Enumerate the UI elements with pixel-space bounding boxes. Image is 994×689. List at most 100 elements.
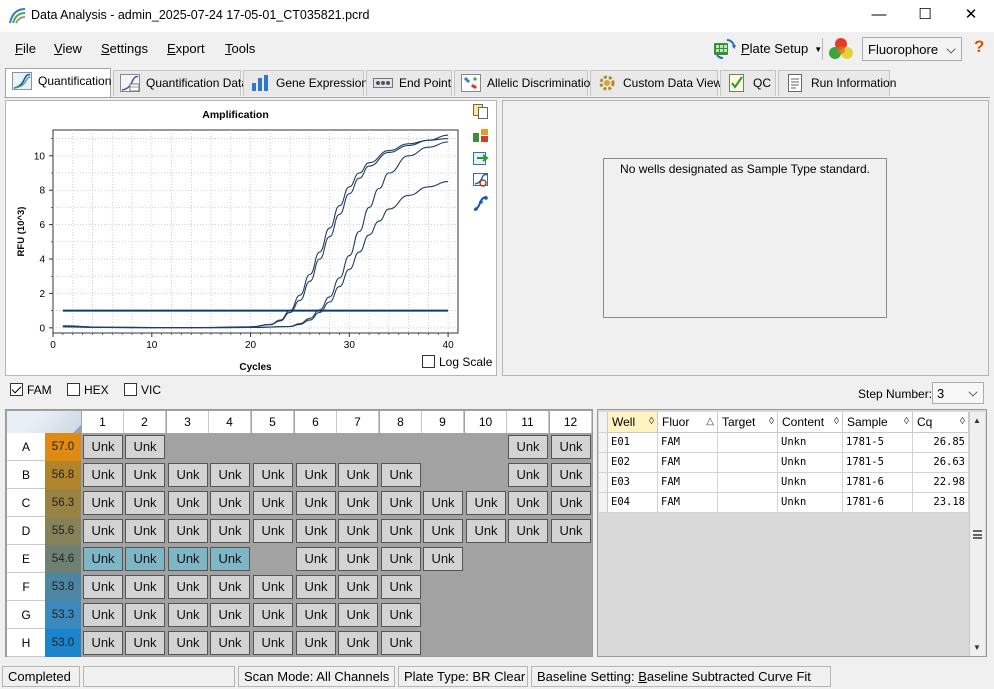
column-header[interactable]: 4 <box>209 411 251 433</box>
plate-well[interactable]: Unk <box>381 463 421 487</box>
plate-well[interactable]: Unk <box>551 519 591 543</box>
table-cell[interactable] <box>718 433 778 453</box>
amplification-chart[interactable]: 0 10 20 30 40 0 2 4 6 8 10 Amplification Cycles RFU (… <box>6 101 468 375</box>
plate-well[interactable]: Unk <box>253 491 293 515</box>
plate-well[interactable]: Unk <box>210 603 250 627</box>
row-header[interactable]: H <box>7 629 45 657</box>
vertical-scrollbar[interactable]: ▲ ▼ <box>969 412 985 656</box>
plate-well[interactable]: Unk <box>508 463 548 487</box>
plate-corner[interactable] <box>7 411 81 433</box>
plate-well[interactable]: Unk <box>83 435 123 459</box>
plate-well[interactable]: Unk <box>83 603 123 627</box>
export-chart-icon[interactable] <box>472 149 489 166</box>
plate-well[interactable]: Unk <box>210 463 250 487</box>
menu-tools[interactable]: Tools <box>225 41 255 56</box>
log-scale-checkbox[interactable]: Log Scale <box>422 355 492 369</box>
table-cell[interactable]: Unkn <box>778 473 843 493</box>
table-cell[interactable]: FAM <box>658 473 718 493</box>
plate-well[interactable]: Unk <box>210 575 250 599</box>
plate-well[interactable]: Unk <box>508 435 548 459</box>
close-button[interactable]: ✕ <box>948 0 994 32</box>
menu-file[interactable]: File <box>15 41 36 56</box>
tab-quantification-data[interactable]: Quantification Data <box>113 70 248 96</box>
table-cell[interactable]: E02 <box>608 453 658 473</box>
plate-well[interactable]: Unk <box>125 519 165 543</box>
plate-well[interactable]: Unk <box>253 519 293 543</box>
plate-colors-icon[interactable] <box>472 126 489 143</box>
plate-well[interactable]: Unk <box>253 603 293 627</box>
table-cell[interactable]: 26.85 <box>913 433 969 453</box>
minimize-button[interactable]: — <box>856 0 902 32</box>
table-cell[interactable]: E04 <box>608 493 658 513</box>
table-cell[interactable]: 26.63 <box>913 453 969 473</box>
plate-well[interactable]: Unk <box>381 631 421 655</box>
plate-well[interactable]: Unk <box>83 547 123 571</box>
row-header[interactable]: E <box>7 545 45 573</box>
plate-well[interactable]: Unk <box>296 603 336 627</box>
table-cell[interactable]: FAM <box>658 493 718 513</box>
plate-well[interactable]: Unk <box>296 547 336 571</box>
table-cell[interactable]: FAM <box>658 433 718 453</box>
plate-well[interactable]: Unk <box>83 491 123 515</box>
plate-well[interactable]: Unk <box>338 547 378 571</box>
sort-icon[interactable]: ◊ <box>649 412 654 432</box>
plate-well[interactable]: Unk <box>423 491 463 515</box>
plate-setup-button[interactable]: Plate Setup ▼ <box>713 37 822 61</box>
plate-well[interactable]: Unk <box>296 463 336 487</box>
column-header[interactable]: 8 <box>380 411 422 433</box>
sort-icon[interactable]: ◊ <box>960 412 965 432</box>
table-cell[interactable]: 1781-5 <box>843 433 913 453</box>
help-icon[interactable]: ? <box>974 37 984 57</box>
column-header[interactable]: 11 <box>507 411 549 433</box>
plate-well[interactable]: Unk <box>168 491 208 515</box>
plate-well[interactable]: Unk <box>210 491 250 515</box>
plate-well[interactable]: Unk <box>466 491 506 515</box>
plate-well[interactable]: Unk <box>381 519 421 543</box>
plate-well[interactable]: Unk <box>125 491 165 515</box>
column-header[interactable]: Content ◊ <box>778 412 843 433</box>
menu-view[interactable]: View <box>54 41 82 56</box>
tab-custom-data-view[interactable]: Custom Data View <box>590 70 722 96</box>
plate-well[interactable]: Unk <box>338 603 378 627</box>
column-header[interactable]: Well ◊ <box>608 412 658 433</box>
plate-well[interactable]: Unk <box>125 463 165 487</box>
plate-well[interactable]: Unk <box>83 519 123 543</box>
plate-well[interactable]: Unk <box>423 519 463 543</box>
table-cell[interactable]: E03 <box>608 473 658 493</box>
table-cell[interactable]: 1781-5 <box>843 453 913 473</box>
plate-well[interactable]: Unk <box>168 463 208 487</box>
scroll-down-icon[interactable]: ▼ <box>973 643 981 652</box>
plate-well[interactable]: Unk <box>381 547 421 571</box>
row-selector[interactable] <box>599 493 608 513</box>
plate-well[interactable]: Unk <box>253 631 293 655</box>
column-header[interactable]: 7 <box>337 411 379 433</box>
plate-well[interactable]: Unk <box>296 575 336 599</box>
fluorophore-select[interactable]: Fluorophore <box>862 37 962 61</box>
column-header[interactable]: Target ◊ <box>718 412 778 433</box>
plate-well[interactable]: Unk <box>168 547 208 571</box>
plate-well[interactable]: Unk <box>125 603 165 627</box>
plate-well[interactable]: Unk <box>551 491 591 515</box>
row-header[interactable]: F <box>7 573 45 601</box>
plate-well[interactable]: Unk <box>210 547 250 571</box>
table-cell[interactable] <box>718 453 778 473</box>
plate-well[interactable]: Unk <box>253 575 293 599</box>
table-cell[interactable]: E01 <box>608 433 658 453</box>
row-header[interactable]: A <box>7 433 45 461</box>
plate-well[interactable]: Unk <box>338 463 378 487</box>
plate-well[interactable]: Unk <box>508 519 548 543</box>
header-row-selector[interactable] <box>599 412 608 433</box>
plate-well[interactable]: Unk <box>168 603 208 627</box>
column-header[interactable]: 5 <box>252 411 294 433</box>
vic-checkbox[interactable]: VIC <box>124 383 161 397</box>
copy-icon[interactable] <box>472 103 489 120</box>
curve-settings-icon[interactable] <box>472 195 489 212</box>
plate-well[interactable]: Unk <box>253 463 293 487</box>
table-cell[interactable]: 22.98 <box>913 473 969 493</box>
tab-allelic-discrimination[interactable]: Allelic Discrimination <box>454 70 597 96</box>
column-header[interactable]: Cq ◊ <box>913 412 969 433</box>
column-header[interactable]: 2 <box>124 411 166 433</box>
plate-well[interactable]: Unk <box>381 603 421 627</box>
plate-well[interactable]: Unk <box>338 631 378 655</box>
plate-well[interactable]: Unk <box>83 631 123 655</box>
